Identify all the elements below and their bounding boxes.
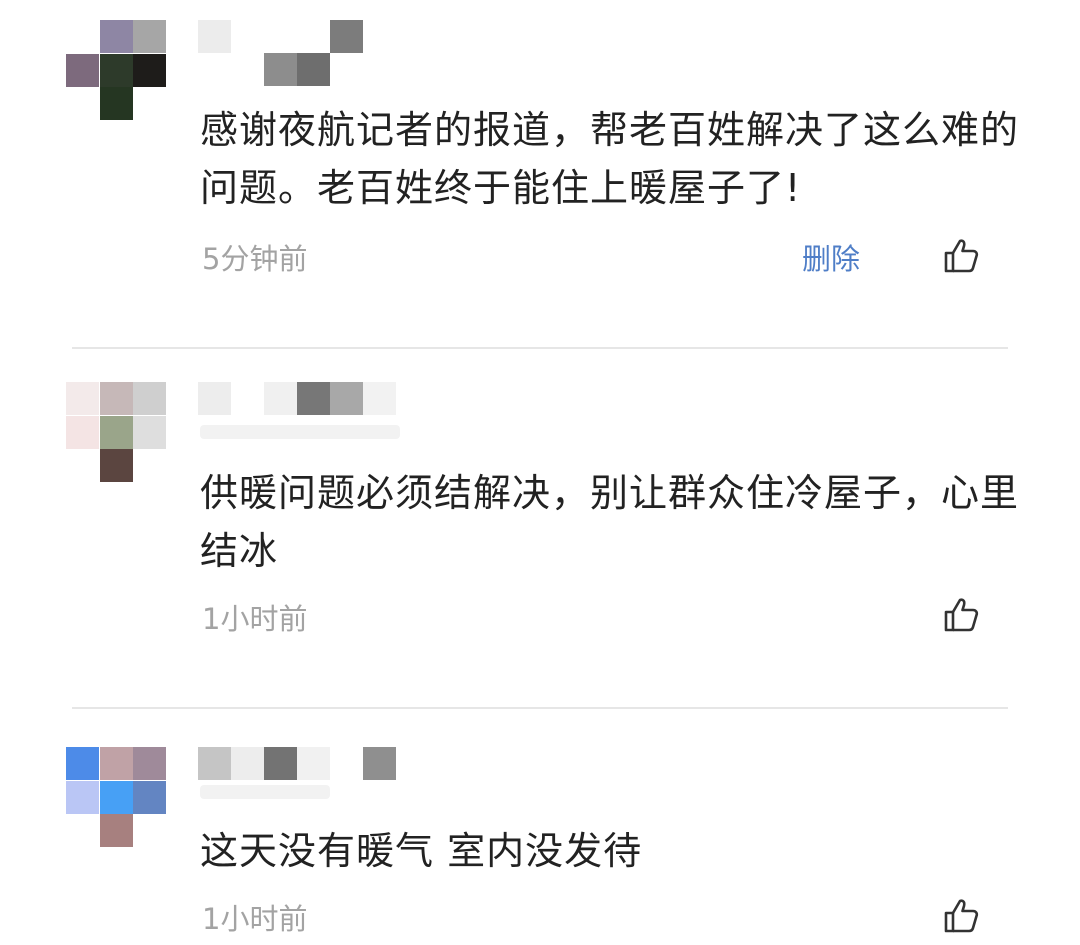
blurred-user-info [200, 785, 330, 799]
comment-text: 这天没有暖气 室内没发待 [200, 829, 643, 873]
timestamp: 1小时前 [202, 602, 308, 636]
thumbs-up-icon[interactable] [942, 595, 982, 635]
comment-item: 供暖问题必须结解决，别让群众住冷屋子，心里结冰 1小时前 [0, 349, 1080, 707]
comment-text: 供暖问题必须结解决，别让群众住冷屋子，心里结冰 [200, 471, 1020, 573]
avatar[interactable] [66, 382, 166, 482]
blurred-user-info [200, 425, 400, 439]
avatar[interactable] [66, 20, 166, 120]
thumbs-up-icon[interactable] [942, 896, 982, 936]
comment-text: 感谢夜航记者的报道，帮老百姓解决了这么难的问题。老百姓终于能住上暖屋子了! [200, 108, 1020, 210]
username[interactable] [198, 382, 398, 416]
thumbs-up-icon[interactable] [942, 236, 982, 276]
username[interactable] [198, 747, 398, 781]
timestamp: 1小时前 [202, 902, 308, 936]
timestamp: 5分钟前 [202, 242, 308, 276]
comment-item: 这天没有暖气 室内没发待 1小时前 [0, 709, 1080, 945]
username[interactable] [198, 20, 368, 90]
avatar[interactable] [66, 747, 166, 847]
delete-button[interactable]: 删除 [802, 241, 860, 277]
comment-item: 感谢夜航记者的报道，帮老百姓解决了这么难的问题。老百姓终于能住上暖屋子了! 5分… [0, 0, 1080, 348]
